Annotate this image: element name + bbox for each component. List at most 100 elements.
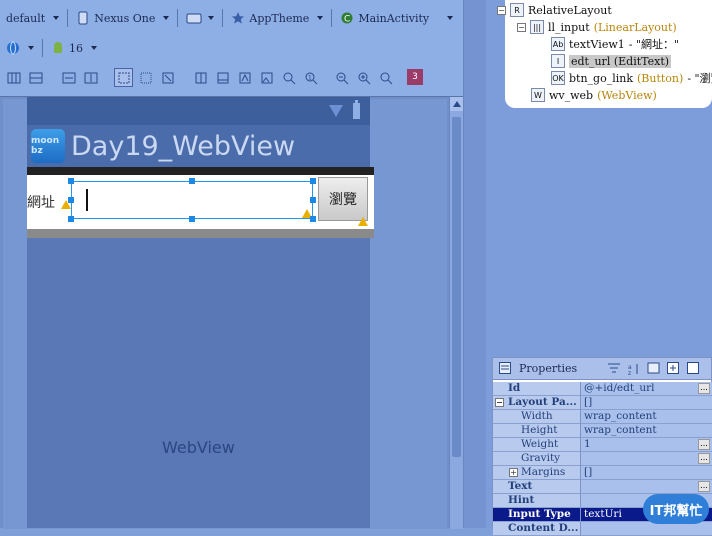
layout-horizontal-button[interactable] <box>4 68 23 87</box>
property-name: Text <box>493 480 581 494</box>
device-dropdown[interactable]: Nexus One <box>70 7 175 29</box>
zoom-out-button[interactable] <box>332 68 351 87</box>
api-level-dropdown[interactable]: 16 <box>45 37 103 59</box>
resize-button[interactable] <box>158 68 177 87</box>
property-row-width[interactable]: Width wrap_content <box>493 410 712 424</box>
config-dropdown[interactable]: default <box>0 7 65 29</box>
scroll-thumb[interactable] <box>452 117 461 457</box>
property-value[interactable] <box>581 522 712 536</box>
url-label[interactable]: 網址 <box>27 192 55 212</box>
property-row-gravity[interactable]: Gravity ... <box>493 452 712 466</box>
text-button[interactable] <box>235 68 254 87</box>
property-name: + Margins <box>493 466 581 480</box>
collapse-toggle[interactable]: − <box>517 22 526 32</box>
ll-input-layout[interactable]: 網址 瀏覽 <box>27 175 374 229</box>
resize-handle[interactable] <box>189 216 195 222</box>
property-value[interactable]: [] <box>581 466 712 480</box>
collapse-all-icon[interactable] <box>687 361 701 376</box>
property-row-layout-params[interactable]: − Layout Pa... [] <box>493 396 712 410</box>
chevron-down-icon <box>28 46 34 50</box>
globe-icon <box>6 41 20 55</box>
property-value[interactable]: wrap_content <box>581 410 712 424</box>
webview-placeholder[interactable]: WebView <box>162 438 235 457</box>
edt-url-field[interactable] <box>71 181 313 219</box>
property-value[interactable]: [] <box>581 396 712 410</box>
toolbar-separator <box>42 39 43 57</box>
property-row-height[interactable]: Height wrap_content <box>493 424 712 438</box>
theme-dropdown[interactable]: AppTheme <box>225 7 329 29</box>
filter-icon[interactable] <box>607 362 621 376</box>
btn-go-link[interactable]: 瀏覽 <box>318 177 368 221</box>
property-name: Input Type <box>493 508 581 522</box>
property-value[interactable]: @+id/edt_url... <box>581 382 712 396</box>
more-button[interactable]: ... <box>698 383 710 394</box>
tree-node-type: (EditText) <box>613 54 670 68</box>
tree-node-type: (LinearLayout) <box>593 20 677 34</box>
more-button[interactable]: ... <box>698 439 710 450</box>
select-button[interactable] <box>136 68 155 87</box>
property-value[interactable]: ... <box>581 480 712 494</box>
property-row-id[interactable]: Id @+id/edt_url... <box>493 382 712 396</box>
resize-handle[interactable] <box>68 197 74 203</box>
property-name: Hint <box>493 494 581 508</box>
more-button[interactable]: ... <box>698 481 710 492</box>
property-name: Height <box>493 424 581 438</box>
zoom-actual-button[interactable]: 1 <box>301 68 320 87</box>
activity-dropdown[interactable]: C MainActivity <box>334 7 459 29</box>
fill-width-button[interactable] <box>59 68 78 87</box>
app-launcher-icon: moon bz <box>31 129 65 163</box>
tree-node-value: - "瀏覽 <box>687 72 712 85</box>
defaults-icon[interactable] <box>647 362 661 376</box>
tree-node-ll-input[interactable]: − ||| ll_input (LinearLayout) <box>517 19 677 35</box>
more-button[interactable]: ... <box>698 453 710 464</box>
resize-handle[interactable] <box>310 216 316 222</box>
zoom-in-button[interactable] <box>354 68 373 87</box>
property-row-text[interactable]: Text ... <box>493 480 712 494</box>
panel-divider[interactable] <box>463 0 486 528</box>
tree-node-relativelayout[interactable]: − R RelativeLayout <box>497 2 612 18</box>
tree-node-label: wv_web <box>549 88 594 102</box>
property-row-margins[interactable]: + Margins [] <box>493 466 712 480</box>
svg-text:1: 1 <box>308 74 312 81</box>
collapse-toggle[interactable]: − <box>497 5 506 15</box>
battery-icon <box>353 100 360 119</box>
resize-icon <box>162 72 173 83</box>
layout-vertical-button[interactable] <box>26 68 45 87</box>
expand-all-icon[interactable] <box>667 361 681 376</box>
resize-handle[interactable] <box>310 178 316 184</box>
canvas-scrollbar[interactable] <box>449 97 463 529</box>
orientation-dropdown[interactable] <box>180 7 220 29</box>
zoom-fit-button[interactable] <box>279 68 298 87</box>
resize-handle[interactable] <box>68 178 74 184</box>
property-row-weight[interactable]: Weight 1... <box>493 438 712 452</box>
property-name: Gravity <box>493 452 581 466</box>
tree-node-type: (WebView) <box>597 88 657 102</box>
align-button[interactable] <box>213 68 232 87</box>
tree-node-btn-go-link[interactable]: OK btn_go_link (Button) - "瀏覽 <box>551 70 712 86</box>
resize-handle[interactable] <box>68 216 74 222</box>
resize-handle[interactable] <box>310 197 316 203</box>
error-count-badge[interactable]: 3 <box>407 69 423 85</box>
config-label: default <box>6 11 46 25</box>
property-value[interactable]: 1... <box>581 438 712 452</box>
tree-node-textview1[interactable]: Ab textView1 - "網址：" <box>551 36 679 52</box>
property-value[interactable]: ... <box>581 452 712 466</box>
expand-toggle[interactable]: + <box>509 468 518 477</box>
horizontal-layout-icon <box>7 72 20 83</box>
tree-node-wv-web[interactable]: W wv_web (WebView) <box>531 87 657 103</box>
collapse-toggle[interactable]: − <box>495 398 504 407</box>
zoom-real-button[interactable] <box>376 68 395 87</box>
locale-dropdown[interactable] <box>0 37 40 59</box>
property-value[interactable]: wrap_content <box>581 424 712 438</box>
editor-toolbar-top: default Nexus One AppTheme C MainActivit… <box>0 4 459 32</box>
baseline-button[interactable] <box>191 68 210 87</box>
tree-node-edt-url[interactable]: I edt_url (EditText) <box>551 53 672 69</box>
sort-az-icon[interactable]: az <box>627 362 641 377</box>
fill-height-button[interactable] <box>81 68 100 87</box>
show-bounds-button[interactable] <box>114 68 133 87</box>
scroll-up-arrow[interactable] <box>450 97 463 111</box>
image-button[interactable] <box>257 68 276 87</box>
property-row-content-description[interactable]: Content D... <box>493 522 712 536</box>
resize-handle[interactable] <box>189 178 195 184</box>
